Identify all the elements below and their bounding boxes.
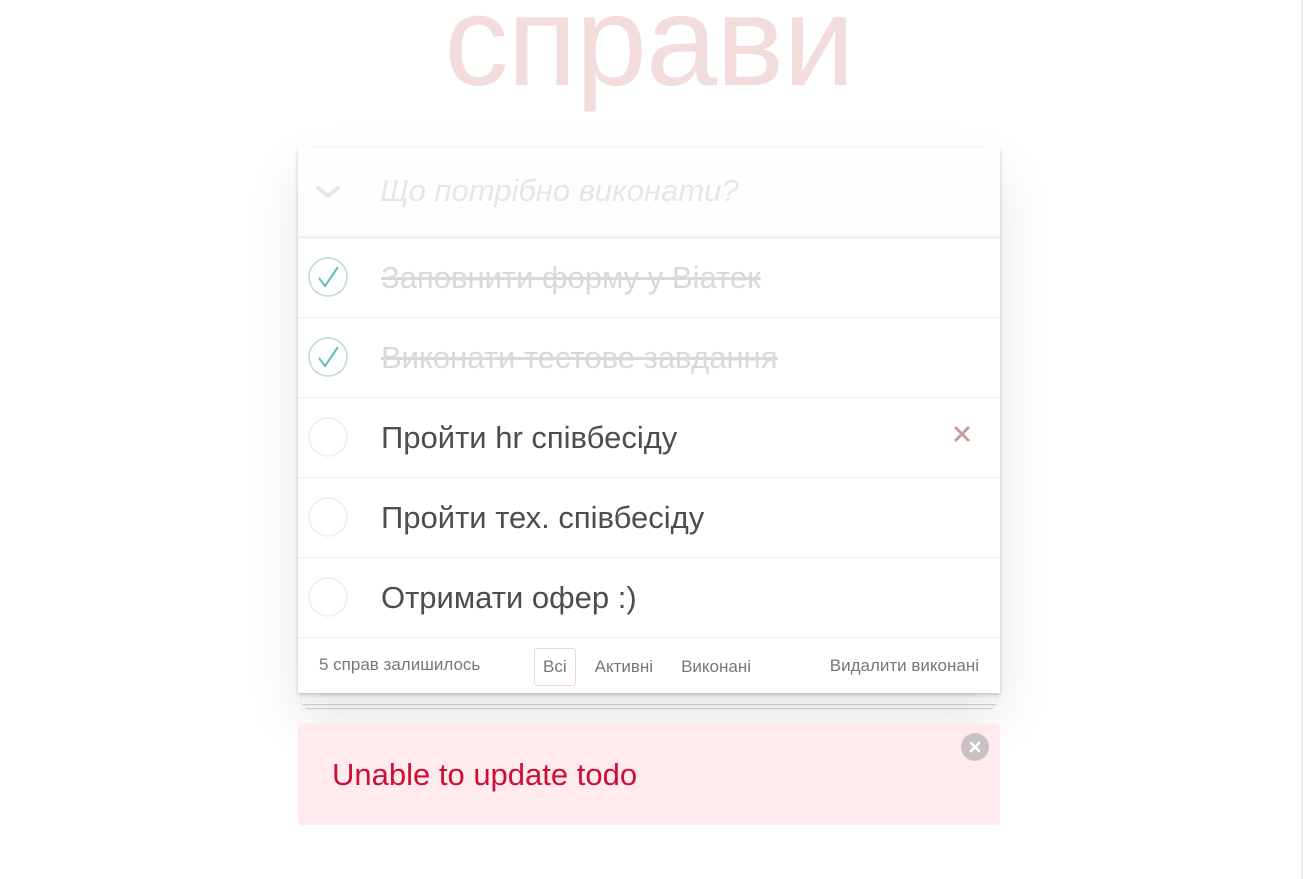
todo-item: Заповнити форму у Віатек: [298, 238, 1000, 318]
close-circle-icon: [969, 741, 981, 753]
todo-toggle-checkbox[interactable]: [308, 497, 348, 537]
items-left-count: 5 справ залишилось: [319, 655, 481, 674]
empty-circle-icon: [308, 577, 348, 617]
checkmark-icon: [308, 337, 348, 377]
dismiss-error-button[interactable]: [961, 733, 989, 761]
todo-item: Пройти тех. співбесіду: [298, 478, 1000, 558]
todo-app: Заповнити форму у Віатек Виконати тестов…: [298, 148, 1000, 693]
todo-item: Пройти hr співбесіду: [298, 398, 1000, 478]
todo-toggle-checkbox[interactable]: [308, 577, 348, 617]
todo-label[interactable]: Виконати тестове завдання: [381, 338, 778, 378]
app-title: справи: [444, 0, 854, 113]
error-notification: Unable to update todo: [298, 723, 1000, 825]
chevron-down-icon: [316, 186, 340, 198]
todo-footer: 5 справ залишилось Всі Активні Виконані …: [298, 638, 1000, 693]
new-todo-input[interactable]: [380, 166, 960, 216]
todo-item: Виконати тестове завдання: [298, 318, 1000, 398]
todo-label[interactable]: Заповнити форму у Віатек: [381, 258, 761, 298]
clear-completed-button[interactable]: Видалити виконані: [830, 656, 979, 676]
empty-circle-icon: [308, 497, 348, 537]
filter-completed[interactable]: Виконані: [672, 648, 760, 686]
todo-toggle-checkbox[interactable]: [308, 417, 348, 457]
filter-tabs: Всі Активні Виконані: [534, 648, 760, 686]
toggle-all-button[interactable]: [308, 170, 348, 214]
todo-list: Заповнити форму у Віатек Виконати тестов…: [298, 238, 1000, 638]
todo-label[interactable]: Пройти hr співбесіду: [381, 418, 677, 458]
todo-header: [298, 148, 1000, 238]
todo-toggle-checkbox[interactable]: [308, 337, 348, 377]
todo-toggle-checkbox[interactable]: [308, 257, 348, 297]
todo-label[interactable]: Отримати офер :): [381, 578, 637, 618]
filter-all[interactable]: Всі: [534, 648, 576, 686]
error-message: Unable to update todo: [332, 757, 638, 792]
checkmark-icon: [308, 257, 348, 297]
todo-item: Отримати офер :): [298, 558, 1000, 638]
empty-circle-icon: [308, 417, 348, 457]
delete-todo-button[interactable]: [950, 420, 974, 448]
close-icon: [953, 425, 971, 443]
filter-active[interactable]: Активні: [586, 648, 662, 686]
todo-label[interactable]: Пройти тех. співбесіду: [381, 498, 704, 538]
